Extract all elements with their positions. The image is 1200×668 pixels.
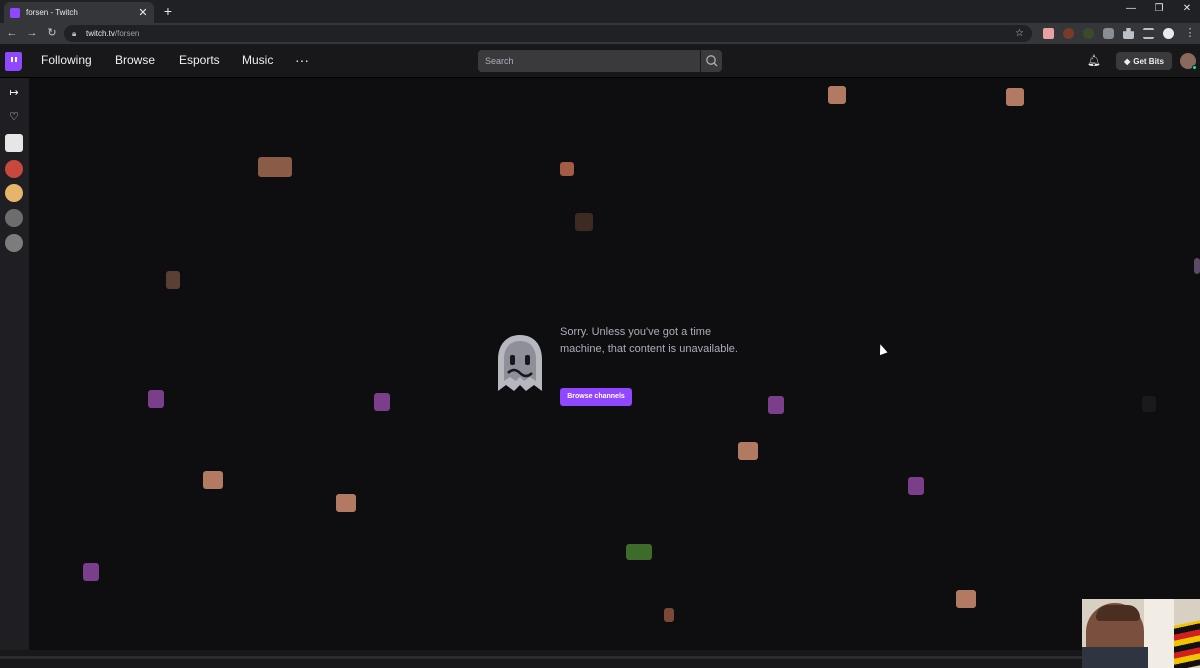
emote-image xyxy=(768,396,784,414)
heart-icon[interactable]: ♡ xyxy=(7,110,21,124)
collapse-arrow-icon[interactable]: ↦ xyxy=(7,86,21,100)
main-content: Sorry. Unless you've got a time machine,… xyxy=(29,78,1200,650)
browser-menu-icon[interactable]: ⋮ xyxy=(1183,26,1197,40)
sidebar-channel-avatar[interactable] xyxy=(5,209,23,227)
puzzle-extensions-icon[interactable] xyxy=(1123,28,1134,39)
emote-image xyxy=(626,544,652,560)
more-menu-icon[interactable]: ··· xyxy=(295,52,309,68)
emote-image xyxy=(83,563,99,581)
twitch-favicon-icon xyxy=(10,7,20,18)
media-queue-icon[interactable] xyxy=(1143,28,1154,39)
extension-icon[interactable] xyxy=(1063,28,1074,39)
browser-tab-strip: forsen - Twitch ✕ + — ❐ ✕ xyxy=(0,0,1200,23)
sidebar-channel-avatar[interactable] xyxy=(5,134,23,152)
url-path: /forsen xyxy=(114,29,140,38)
webcam-flag xyxy=(1174,620,1200,668)
ghost-icon xyxy=(498,335,542,391)
emote-image xyxy=(738,442,758,460)
reload-button[interactable]: ↻ xyxy=(45,26,59,40)
extension-icon[interactable] xyxy=(1043,28,1054,39)
nav-esports[interactable]: Esports xyxy=(179,53,220,67)
user-avatar[interactable] xyxy=(1180,53,1197,70)
emote-image xyxy=(374,393,390,411)
unavailable-message: Sorry. Unless you've got a time machine,… xyxy=(560,326,738,355)
extension-icon[interactable] xyxy=(1083,28,1094,39)
twitch-logo-icon[interactable] xyxy=(5,52,22,71)
emote-image xyxy=(336,494,356,512)
webcam-overlay xyxy=(1082,599,1200,668)
search-button[interactable] xyxy=(700,50,722,72)
progress-track xyxy=(0,656,1200,659)
sidebar-channel-avatar[interactable] xyxy=(5,184,23,202)
profile-icon[interactable] xyxy=(1163,28,1174,39)
emote-image xyxy=(560,162,574,176)
get-bits-label: Get Bits xyxy=(1133,56,1164,66)
sidebar-channel-avatar[interactable] xyxy=(5,234,23,252)
minimize-button[interactable]: — xyxy=(1122,3,1140,14)
notifications-bell-icon[interactable]: 🔔︎ xyxy=(1087,54,1101,68)
address-bar[interactable]: 🔒︎ twitch.tv/forsen ☆ xyxy=(64,25,1032,42)
webcam-door xyxy=(1144,599,1174,668)
search-input[interactable]: Search xyxy=(478,50,700,72)
emote-image xyxy=(148,390,164,408)
online-status-indicator xyxy=(1192,65,1197,70)
emote-image xyxy=(575,213,593,231)
mouse-cursor-icon xyxy=(876,342,888,356)
sidebar-channel-avatar[interactable] xyxy=(5,160,23,178)
new-tab-button[interactable]: + xyxy=(160,3,176,19)
emote-image xyxy=(1142,396,1156,412)
nav-following[interactable]: Following xyxy=(41,53,92,67)
back-button[interactable]: ← xyxy=(5,26,19,40)
get-bits-button[interactable]: ◆ Get Bits xyxy=(1116,52,1172,70)
browse-channels-button[interactable]: Browse channels xyxy=(560,388,632,406)
tab-close-icon[interactable]: ✕ xyxy=(138,6,148,19)
nav-browse[interactable]: Browse xyxy=(115,53,155,67)
emote-image xyxy=(203,471,223,489)
webcam-person-shirt xyxy=(1082,647,1148,668)
emote-image xyxy=(1006,88,1024,106)
search-icon xyxy=(706,55,718,67)
emote-image xyxy=(828,86,846,104)
restore-button[interactable]: ❐ xyxy=(1150,3,1168,14)
bits-gem-icon: ◆ xyxy=(1124,56,1131,66)
nav-music[interactable]: Music xyxy=(242,53,273,67)
browser-tab[interactable]: forsen - Twitch ✕ xyxy=(4,2,154,23)
emote-image xyxy=(166,271,180,289)
webcam-person-hair xyxy=(1096,605,1140,621)
emote-image xyxy=(908,477,924,495)
shield-extension-icon[interactable] xyxy=(1103,28,1114,39)
twitch-top-nav: Following Browse Esports Music ··· Searc… xyxy=(0,44,1200,78)
emote-image xyxy=(664,608,674,622)
tab-title: forsen - Twitch xyxy=(26,8,78,17)
browser-toolbar: ← → ↻ 🔒︎ twitch.tv/forsen ☆ ⋮ xyxy=(0,23,1200,44)
emote-image xyxy=(1194,258,1200,274)
emote-image xyxy=(258,157,292,177)
url-domain: twitch.tv xyxy=(86,29,115,38)
forward-button[interactable]: → xyxy=(25,26,39,40)
bookmark-star-icon[interactable]: ☆ xyxy=(1015,28,1024,39)
lock-icon: 🔒︎ xyxy=(72,28,77,38)
player-bottom-bar xyxy=(0,650,1200,668)
emote-image xyxy=(956,590,976,608)
left-sidebar: ↦ ♡ xyxy=(0,78,29,668)
window-close-button[interactable]: ✕ xyxy=(1178,3,1196,14)
